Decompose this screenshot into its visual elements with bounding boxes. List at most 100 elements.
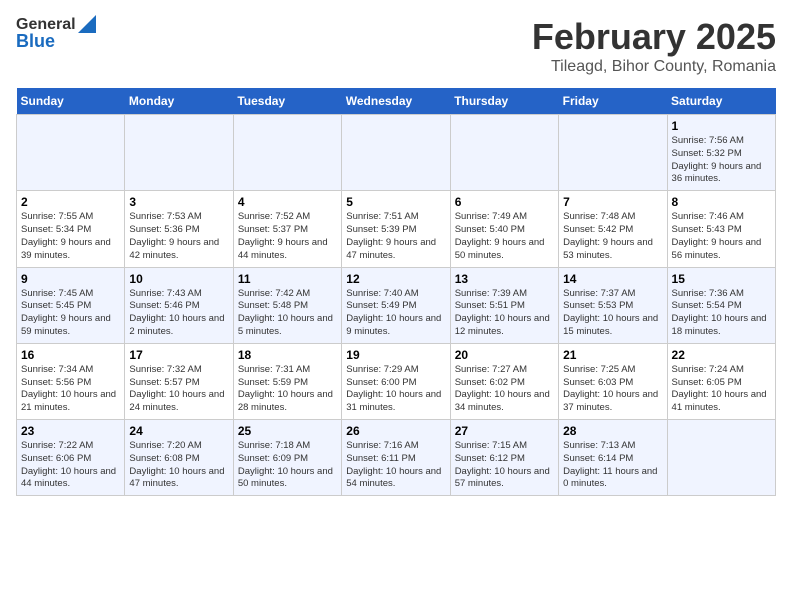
table-row bbox=[559, 115, 667, 191]
day-info: Sunrise: 7:43 AM Sunset: 5:46 PM Dayligh… bbox=[129, 288, 228, 339]
table-row: 22 Sunrise: 7:24 AM Sunset: 6:05 PM Dayli… bbox=[667, 343, 775, 419]
day-number: 17 bbox=[129, 348, 228, 362]
table-row: 4 Sunrise: 7:52 AM Sunset: 5:37 PM Daylig… bbox=[233, 191, 341, 267]
day-info: Sunrise: 7:31 AM Sunset: 5:59 PM Dayligh… bbox=[238, 364, 337, 415]
day-info: Sunrise: 7:15 AM Sunset: 6:12 PM Dayligh… bbox=[455, 440, 554, 491]
table-row bbox=[125, 115, 233, 191]
table-row: 5 Sunrise: 7:51 AM Sunset: 5:39 PM Daylig… bbox=[342, 191, 450, 267]
day-number: 18 bbox=[238, 348, 337, 362]
table-row: 24Sunrise: 7:20 AM Sunset: 6:08 PM Dayli… bbox=[125, 420, 233, 496]
table-row: 13Sunrise: 7:39 AM Sunset: 5:51 PM Dayli… bbox=[450, 267, 558, 343]
calendar-week-row: 23 Sunrise: 7:22 AM Sunset: 6:06 PM Dayli… bbox=[17, 420, 776, 496]
table-row: 28 Sunrise: 7:13 AM Sunset: 6:14 PM Dayli… bbox=[559, 420, 667, 496]
calendar-title: February 2025 bbox=[532, 16, 776, 58]
day-number: 8 bbox=[672, 195, 771, 209]
day-info: Sunrise: 7:49 AM Sunset: 5:40 PM Dayligh… bbox=[455, 211, 554, 262]
calendar-week-row: 9 Sunrise: 7:45 AM Sunset: 5:45 PM Daylig… bbox=[17, 267, 776, 343]
day-number: 20 bbox=[455, 348, 554, 362]
day-info: Sunrise: 7:46 AM Sunset: 5:43 PM Dayligh… bbox=[672, 211, 771, 262]
table-row: 15 Sunrise: 7:36 AM Sunset: 5:54 PM Dayli… bbox=[667, 267, 775, 343]
calendar-table: Sunday Monday Tuesday Wednesday Thursday… bbox=[16, 88, 776, 496]
day-info: Sunrise: 7:56 AM Sunset: 5:32 PM Dayligh… bbox=[672, 135, 771, 186]
day-info: Sunrise: 7:36 AM Sunset: 5:54 PM Dayligh… bbox=[672, 288, 771, 339]
day-number: 16 bbox=[21, 348, 120, 362]
table-row: 23 Sunrise: 7:22 AM Sunset: 6:06 PM Dayli… bbox=[17, 420, 125, 496]
day-number: 21 bbox=[563, 348, 662, 362]
calendar-header-row: Sunday Monday Tuesday Wednesday Thursday… bbox=[17, 88, 776, 115]
page-header: General Blue February 2025 Tileagd, Biho… bbox=[16, 16, 776, 76]
calendar-subtitle: Tileagd, Bihor County, Romania bbox=[532, 58, 776, 76]
table-row: 6 Sunrise: 7:49 AM Sunset: 5:40 PM Daylig… bbox=[450, 191, 558, 267]
day-number: 11 bbox=[238, 272, 337, 286]
day-info: Sunrise: 7:45 AM Sunset: 5:45 PM Dayligh… bbox=[21, 288, 120, 339]
table-row bbox=[342, 115, 450, 191]
day-number: 15 bbox=[672, 272, 771, 286]
day-number: 2 bbox=[21, 195, 120, 209]
day-number: 28 bbox=[563, 424, 662, 438]
day-number: 9 bbox=[21, 272, 120, 286]
day-info: Sunrise: 7:27 AM Sunset: 6:02 PM Dayligh… bbox=[455, 364, 554, 415]
table-row: 17 Sunrise: 7:32 AM Sunset: 5:57 PM Dayli… bbox=[125, 343, 233, 419]
day-info: Sunrise: 7:55 AM Sunset: 5:34 PM Dayligh… bbox=[21, 211, 120, 262]
day-info: Sunrise: 7:32 AM Sunset: 5:57 PM Dayligh… bbox=[129, 364, 228, 415]
day-info: Sunrise: 7:22 AM Sunset: 6:06 PM Dayligh… bbox=[21, 440, 120, 491]
table-row: 25 Sunrise: 7:18 AM Sunset: 6:09 PM Dayli… bbox=[233, 420, 341, 496]
col-sunday: Sunday bbox=[17, 88, 125, 115]
day-info: Sunrise: 7:29 AM Sunset: 6:00 PM Dayligh… bbox=[346, 364, 445, 415]
day-number: 27 bbox=[455, 424, 554, 438]
day-number: 1 bbox=[672, 119, 771, 133]
table-row: 8 Sunrise: 7:46 AM Sunset: 5:43 PM Daylig… bbox=[667, 191, 775, 267]
table-row: 12Sunrise: 7:40 AM Sunset: 5:49 PM Dayli… bbox=[342, 267, 450, 343]
day-number: 22 bbox=[672, 348, 771, 362]
day-info: Sunrise: 7:52 AM Sunset: 5:37 PM Dayligh… bbox=[238, 211, 337, 262]
day-info: Sunrise: 7:24 AM Sunset: 6:05 PM Dayligh… bbox=[672, 364, 771, 415]
col-thursday: Thursday bbox=[450, 88, 558, 115]
table-row: 9 Sunrise: 7:45 AM Sunset: 5:45 PM Daylig… bbox=[17, 267, 125, 343]
table-row: 19Sunrise: 7:29 AM Sunset: 6:00 PM Dayli… bbox=[342, 343, 450, 419]
col-wednesday: Wednesday bbox=[342, 88, 450, 115]
table-row bbox=[233, 115, 341, 191]
table-row: 2 Sunrise: 7:55 AM Sunset: 5:34 PM Daylig… bbox=[17, 191, 125, 267]
table-row bbox=[450, 115, 558, 191]
col-friday: Friday bbox=[559, 88, 667, 115]
table-row bbox=[667, 420, 775, 496]
table-row: 21 Sunrise: 7:25 AM Sunset: 6:03 PM Dayli… bbox=[559, 343, 667, 419]
day-number: 14 bbox=[563, 272, 662, 286]
table-row: 20 Sunrise: 7:27 AM Sunset: 6:02 PM Dayli… bbox=[450, 343, 558, 419]
calendar-week-row: 2 Sunrise: 7:55 AM Sunset: 5:34 PM Daylig… bbox=[17, 191, 776, 267]
day-info: Sunrise: 7:53 AM Sunset: 5:36 PM Dayligh… bbox=[129, 211, 228, 262]
day-info: Sunrise: 7:51 AM Sunset: 5:39 PM Dayligh… bbox=[346, 211, 445, 262]
day-info: Sunrise: 7:39 AM Sunset: 5:51 PM Dayligh… bbox=[455, 288, 554, 339]
day-number: 4 bbox=[238, 195, 337, 209]
day-number: 3 bbox=[129, 195, 228, 209]
day-info: Sunrise: 7:37 AM Sunset: 5:53 PM Dayligh… bbox=[563, 288, 662, 339]
col-saturday: Saturday bbox=[667, 88, 775, 115]
table-row: 14 Sunrise: 7:37 AM Sunset: 5:53 PM Dayli… bbox=[559, 267, 667, 343]
day-info: Sunrise: 7:48 AM Sunset: 5:42 PM Dayligh… bbox=[563, 211, 662, 262]
table-row: 11 Sunrise: 7:42 AM Sunset: 5:48 PM Dayli… bbox=[233, 267, 341, 343]
calendar-week-row: 16 Sunrise: 7:34 AM Sunset: 5:56 PM Dayli… bbox=[17, 343, 776, 419]
table-row: 10 Sunrise: 7:43 AM Sunset: 5:46 PM Dayli… bbox=[125, 267, 233, 343]
day-number: 23 bbox=[21, 424, 120, 438]
logo-triangle-icon bbox=[78, 15, 96, 33]
day-number: 25 bbox=[238, 424, 337, 438]
table-row: 3 Sunrise: 7:53 AM Sunset: 5:36 PM Daylig… bbox=[125, 191, 233, 267]
day-info: Sunrise: 7:34 AM Sunset: 5:56 PM Dayligh… bbox=[21, 364, 120, 415]
day-info: Sunrise: 7:42 AM Sunset: 5:48 PM Dayligh… bbox=[238, 288, 337, 339]
col-monday: Monday bbox=[125, 88, 233, 115]
col-tuesday: Tuesday bbox=[233, 88, 341, 115]
table-row: 27 Sunrise: 7:15 AM Sunset: 6:12 PM Dayli… bbox=[450, 420, 558, 496]
day-number: 7 bbox=[563, 195, 662, 209]
day-info: Sunrise: 7:25 AM Sunset: 6:03 PM Dayligh… bbox=[563, 364, 662, 415]
day-info: Sunrise: 7:20 AM Sunset: 6:08 PM Dayligh… bbox=[129, 440, 228, 491]
table-row: 18 Sunrise: 7:31 AM Sunset: 5:59 PM Dayli… bbox=[233, 343, 341, 419]
day-number: 6 bbox=[455, 195, 554, 209]
day-number: 5 bbox=[346, 195, 445, 209]
logo: General Blue bbox=[16, 16, 96, 51]
day-number: 10 bbox=[129, 272, 228, 286]
table-row: 16 Sunrise: 7:34 AM Sunset: 5:56 PM Dayli… bbox=[17, 343, 125, 419]
title-block: February 2025 Tileagd, Bihor County, Rom… bbox=[532, 16, 776, 76]
day-info: Sunrise: 7:13 AM Sunset: 6:14 PM Dayligh… bbox=[563, 440, 662, 491]
table-row bbox=[17, 115, 125, 191]
day-info: Sunrise: 7:18 AM Sunset: 6:09 PM Dayligh… bbox=[238, 440, 337, 491]
